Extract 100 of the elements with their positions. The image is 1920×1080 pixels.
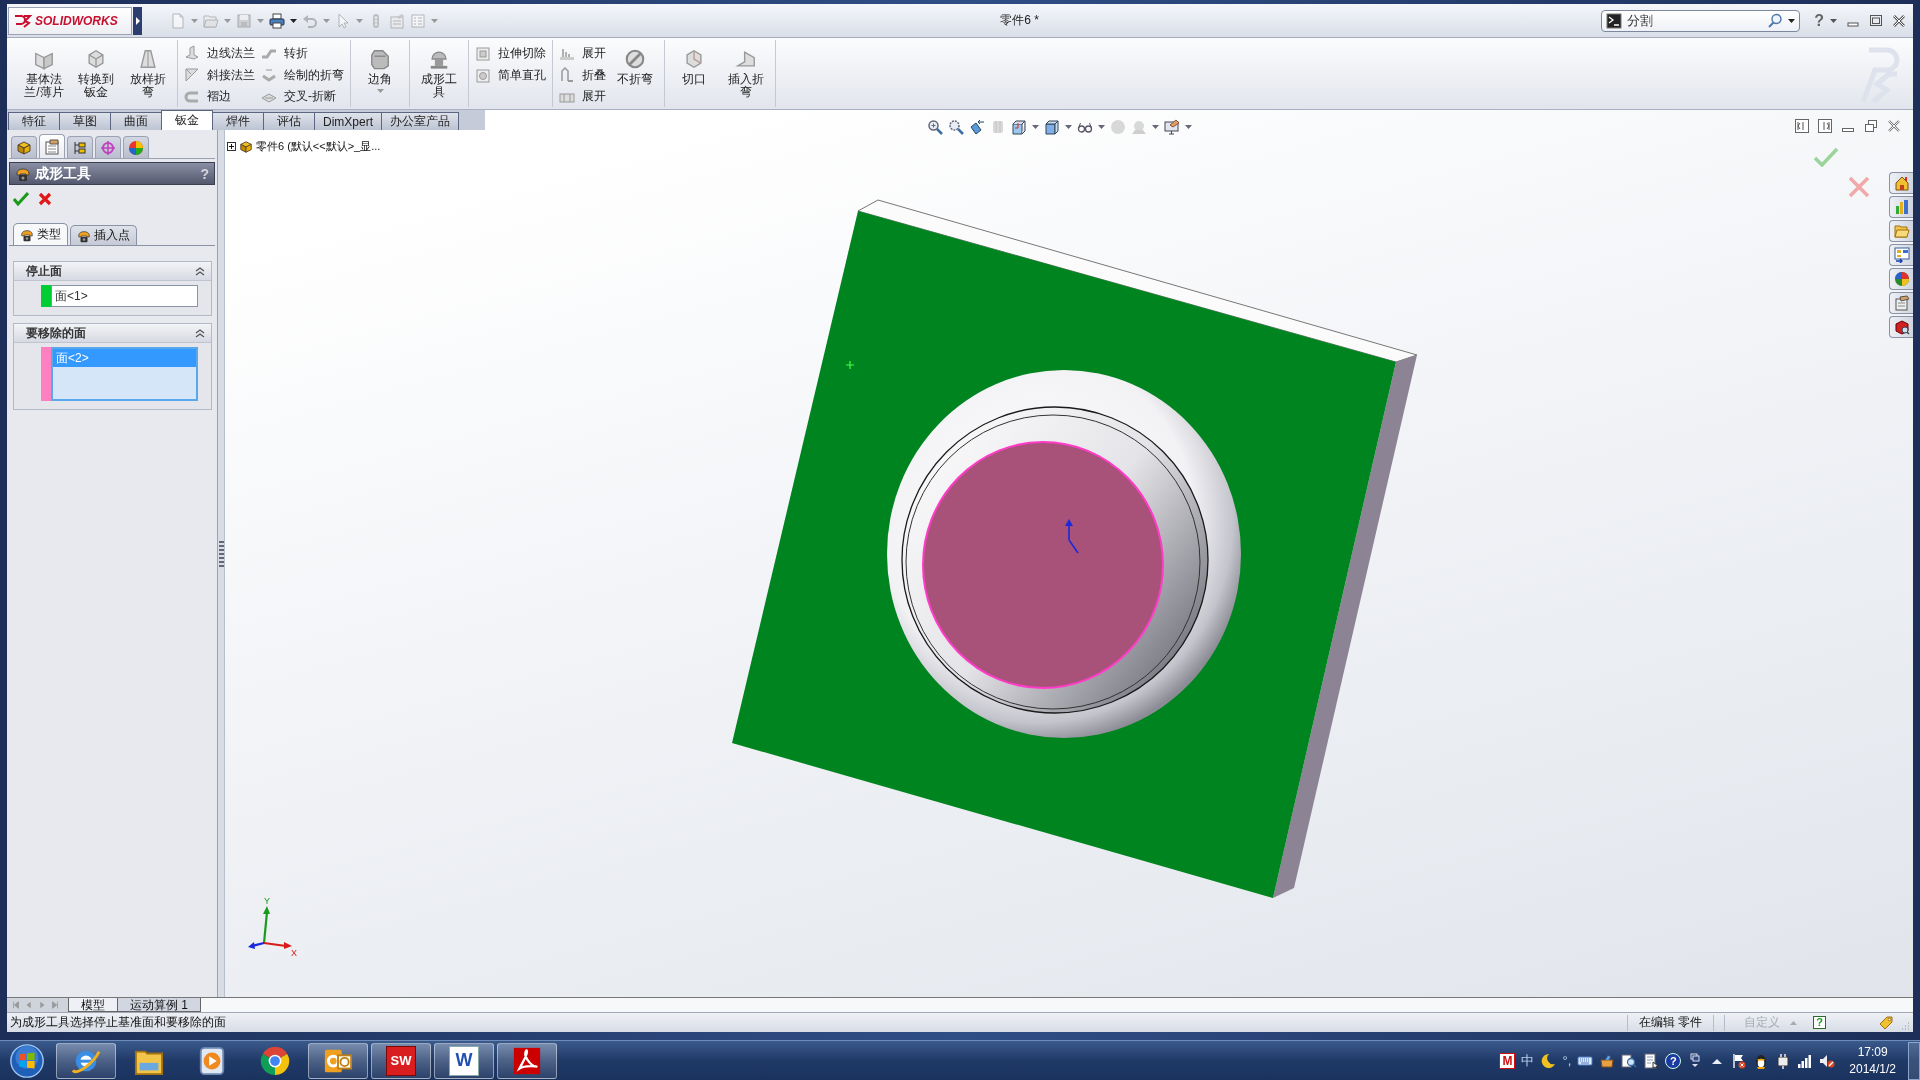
ribbon-button[interactable]: 转折 [261,43,344,64]
maximize-icon[interactable] [1868,12,1884,29]
ribbon-tab[interactable]: 曲面 [110,112,162,130]
expand-box-icon[interactable] [227,142,236,151]
collapse-chevron-icon[interactable] [195,266,205,276]
ribbon-button[interactable]: 转换到钣金 [73,40,119,107]
axis-label: Y [264,896,270,906]
tray-logo[interactable]: M [1499,1052,1516,1069]
app-logo[interactable]: SOLIDWORKS [8,6,132,35]
task-pane-tab[interactable] [1889,196,1913,218]
ribbon-tab[interactable]: 特征 [8,112,60,130]
help-button[interactable]: ? [1665,1052,1682,1069]
cross-icon[interactable] [37,191,53,207]
panel-tab[interactable]: 插入点 [70,225,137,245]
check-icon[interactable] [13,191,29,207]
task-pane-tab[interactable] [1889,244,1913,266]
manager-tab[interactable] [95,136,121,158]
task-pane-tab[interactable] [1889,316,1913,338]
tile-right-icon[interactable] [1818,119,1832,133]
zoom-area-icon[interactable] [948,119,964,135]
ribbon-tab[interactable]: 焊件 [212,112,264,130]
stamp-icon [15,165,31,182]
help-button[interactable]: ? [1813,1016,1826,1029]
zoom-fit-icon[interactable] [927,119,943,135]
ribbon-button[interactable]: 不折弯 [612,40,658,107]
task-pane-tab[interactable] [1889,172,1913,194]
stamp-icon [20,227,34,242]
printer-icon[interactable] [269,12,285,29]
ribbon-button[interactable]: 斜接法兰 [184,64,255,86]
caret-icon[interactable] [1830,18,1837,23]
tile-left-icon[interactable] [1795,119,1809,133]
close-icon[interactable] [1887,119,1901,133]
view-cube-icon[interactable] [1011,119,1027,135]
ribbon-button[interactable]: 插入折弯 [723,40,769,107]
ribbon-tab[interactable]: 钣金 [161,110,213,130]
show-desktop-button[interactable] [1908,1041,1920,1080]
tray-text[interactable]: °, [1562,1053,1572,1068]
ribbon-button[interactable]: 展开 [559,43,606,64]
ribbon-button[interactable]: 边线法兰 [184,43,255,64]
ribbon-button[interactable]: 边角 [357,40,403,107]
ribbon-button[interactable]: 切口 [671,40,717,107]
document-cursor-icon[interactable] [1643,1052,1660,1069]
clock-date: 2014/1/2 [1849,1060,1896,1078]
tray-text[interactable]: 中 [1521,1051,1535,1070]
power-plug-icon[interactable] [1775,1052,1792,1069]
ds-logo-icon [13,12,33,29]
tube-arrow-icon[interactable] [969,119,985,135]
close-icon[interactable] [1891,12,1907,29]
collapse-chevron-icon[interactable] [195,328,205,338]
caret-icon[interactable] [1788,18,1796,23]
ribbon-button[interactable]: 拉伸切除 [475,43,546,64]
sheet-tab[interactable]: 运动算例 1 [117,998,201,1012]
resize-grip-icon[interactable] [1900,1020,1910,1031]
manager-tab[interactable] [67,136,93,158]
manager-tab[interactable] [11,136,37,158]
shaded-cube-icon[interactable] [1044,119,1060,135]
ribbon-button[interactable]: 折叠 [559,64,606,86]
search-field[interactable]: 分割 [1601,9,1801,32]
moon-icon[interactable] [1540,1052,1557,1069]
tree-item[interactable]: 零件6 (默认<<默认>_显... [256,139,381,154]
point-marker-icon [845,360,855,370]
ribbon-button[interactable]: 基体法兰/薄片 [21,40,67,107]
manager-tab[interactable] [39,134,65,158]
ribbon-button[interactable]: 简单直孔 [475,65,546,86]
taskbar-button[interactable] [497,1042,557,1079]
monitor-icon[interactable] [1164,119,1180,135]
restore-icon[interactable] [1864,119,1878,133]
signal-bars-icon[interactable] [1797,1052,1814,1069]
clock[interactable]: 17:09 2014/1/2 [1849,1043,1896,1078]
magnifier-page-icon[interactable] [1621,1052,1638,1069]
task-pane-tab[interactable] [1889,268,1913,290]
toolbox-icon[interactable] [1599,1052,1616,1069]
ribbon-tab[interactable]: 草图 [59,112,111,130]
flag-error-icon[interactable] [1731,1052,1748,1069]
ribbon-tab[interactable]: 评估 [263,112,315,130]
ribbon-button[interactable]: 绘制的折弯 [261,64,344,86]
ribbon-tab[interactable]: 办公室产品 [381,112,459,130]
task-pane-tab[interactable] [1889,292,1913,314]
tag-icon[interactable] [1878,1014,1894,1031]
panel-tab[interactable]: 类型 [13,223,68,245]
ribbon-button[interactable]: 放样折弯 [125,40,171,107]
ribbon-button[interactable]: 展开 [559,86,606,107]
house-icon [1893,175,1910,191]
taskbar-button[interactable]: W [434,1042,494,1079]
sheet-tab[interactable]: 模型 [68,998,118,1012]
taskbar-button[interactable] [308,1042,368,1079]
splitter-handle[interactable] [218,540,224,567]
caret-icon[interactable] [290,18,297,23]
taskbar-button[interactable]: SW [371,1042,431,1079]
app-logo-tile: SW [386,1045,416,1076]
check-icon[interactable] [1813,147,1839,167]
ribbon-button[interactable]: 成形工具 [416,40,462,107]
manager-tab[interactable] [123,136,149,158]
taskbar-button[interactable] [56,1042,116,1079]
brand-name: SOLIDWORKS [35,13,118,28]
help-link[interactable]: ? [1814,11,1824,30]
ribbon-tab[interactable]: DimXpert [314,112,382,130]
ribbon-button[interactable]: 褶边 [184,86,255,107]
ribbon-button[interactable]: 交叉-折断 [261,86,344,107]
selection-field[interactable]: 面<1> [51,285,198,307]
